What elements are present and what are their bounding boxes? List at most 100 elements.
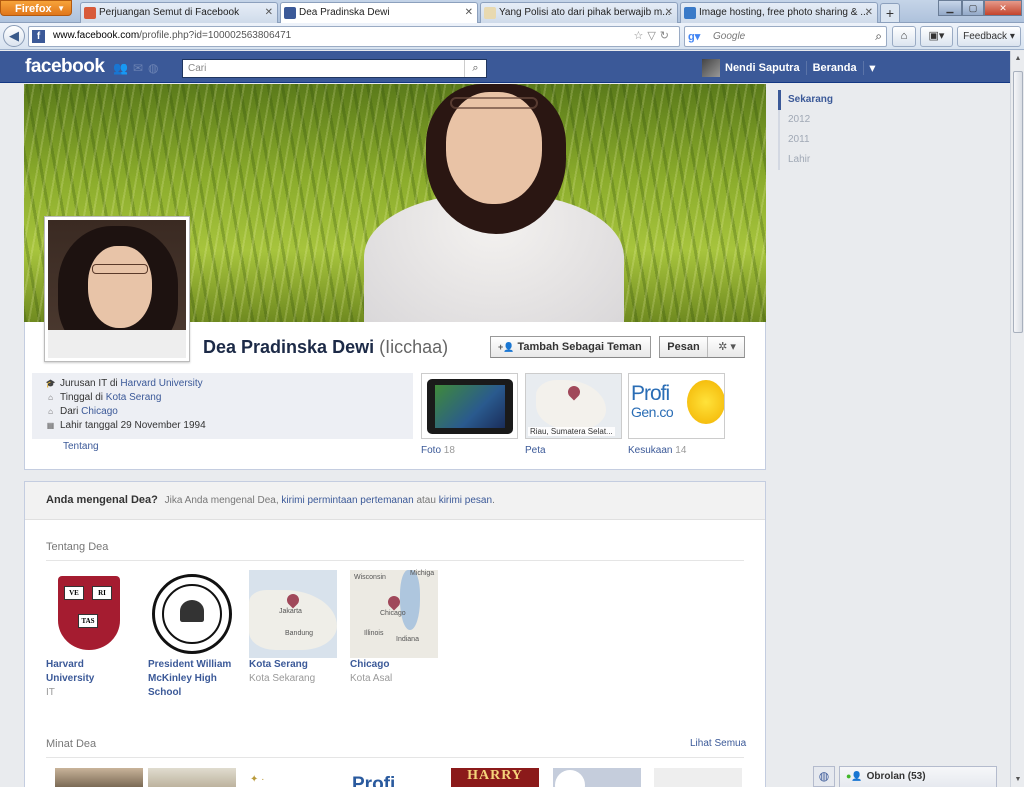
web-search-bar[interactable]: g▾ Google ⌕ bbox=[684, 26, 887, 47]
about-item-harvard[interactable]: VE RI TAS Harvard University IT bbox=[46, 570, 134, 700]
tablet-screen bbox=[435, 385, 505, 428]
know-text: atau bbox=[413, 495, 439, 506]
notification-jewels: 👥✉◍ bbox=[113, 61, 164, 75]
timeline-nav-lahir[interactable]: Lahir bbox=[780, 150, 888, 170]
tab-close-icon[interactable]: ✕ bbox=[665, 3, 673, 23]
profile-name[interactable]: Dea Pradinska Dewi bbox=[203, 337, 374, 357]
timeline-nav-2012[interactable]: 2012 bbox=[780, 110, 888, 130]
facebook-logo[interactable]: facebook bbox=[25, 56, 105, 78]
bookmarks-button[interactable]: ▣▾ bbox=[920, 26, 953, 47]
home-button[interactable]: ⌂ bbox=[892, 26, 916, 47]
interest-thumb[interactable] bbox=[55, 768, 143, 787]
know-text: . bbox=[492, 495, 495, 506]
minimize-button[interactable]: ▁ bbox=[938, 0, 962, 16]
google-engine-icon[interactable]: g▾ bbox=[688, 30, 700, 43]
feedback-button[interactable]: Feedback ▾ bbox=[957, 26, 1021, 47]
see-all-link[interactable]: Lihat Semua bbox=[690, 738, 746, 749]
page-scrollbar[interactable]: ▲ ▼ bbox=[1010, 51, 1024, 787]
current-city-link[interactable]: Kota Serang bbox=[106, 392, 162, 403]
message-button-group: Pesan ✲ ▾ bbox=[659, 336, 745, 358]
interest-thumb[interactable]: HARRY bbox=[451, 768, 539, 787]
about-item-title[interactable]: Kota Serang bbox=[249, 658, 337, 672]
about-item-mckinley[interactable]: President William McKinley High School bbox=[148, 570, 236, 700]
cover-person bbox=[364, 84, 664, 322]
new-tab-button[interactable]: + bbox=[880, 3, 900, 22]
friend-requests-icon[interactable]: 👥 bbox=[113, 61, 133, 75]
firefox-menu-button[interactable]: Firefox ▼ bbox=[0, 0, 72, 16]
interest-thumb-text: HARRY bbox=[467, 768, 523, 783]
search-icon[interactable]: ⌕ bbox=[875, 29, 882, 44]
notifications-globe-icon[interactable]: ◍ bbox=[148, 61, 163, 75]
interest-thumb[interactable] bbox=[148, 768, 236, 787]
home-link[interactable]: Beranda bbox=[813, 62, 857, 74]
tab-dea-pradinska[interactable]: Dea Pradinska Dewi ✕ bbox=[280, 2, 478, 24]
user-avatar[interactable] bbox=[702, 59, 720, 77]
add-friend-button[interactable]: +👤 Tambah Sebagai Teman bbox=[490, 336, 651, 358]
know-prompt-bar: Anda mengenal Dea? Jika Anda mengenal De… bbox=[25, 482, 765, 520]
map-label[interactable]: Peta bbox=[525, 445, 546, 456]
search-icon[interactable]: ⌕ bbox=[464, 60, 486, 77]
interest-thumb[interactable] bbox=[654, 768, 742, 787]
photos-caption[interactable]: Foto 18 bbox=[421, 445, 455, 456]
about-item-chicago[interactable]: Wisconsin Michiga Chicago Illinois India… bbox=[350, 570, 438, 686]
send-friend-request-link[interactable]: kirimi permintaan pertemanan bbox=[281, 495, 413, 506]
likes-tile[interactable]: Profi Gen.co bbox=[628, 373, 725, 439]
interest-thumb[interactable] bbox=[553, 768, 641, 787]
site-identity-icon[interactable]: f bbox=[32, 30, 45, 43]
about-item-kota-serang[interactable]: Jakarta Bandung Kota Serang Kota Sekaran… bbox=[249, 570, 337, 686]
photos-count: 18 bbox=[443, 445, 455, 456]
harvard-logo: VE RI TAS bbox=[46, 570, 134, 658]
likes-caption[interactable]: Kesukaan 14 bbox=[628, 445, 686, 456]
avatar-face bbox=[88, 246, 152, 328]
messages-icon[interactable]: ✉ bbox=[133, 61, 148, 75]
about-item-title[interactable]: Chicago bbox=[350, 658, 438, 672]
school-seal-logo bbox=[148, 570, 236, 658]
user-name-link[interactable]: Nendi Saputra bbox=[725, 62, 800, 74]
tab-perjuangan-semut[interactable]: Perjuangan Semut di Facebook ✕ bbox=[80, 2, 278, 23]
map-tile[interactable]: Riau, Sumatera Selat... bbox=[525, 373, 622, 439]
shield-book: TAS bbox=[78, 614, 98, 628]
timeline-nav-sekarang[interactable]: Sekarang bbox=[778, 90, 888, 110]
scroll-down-arrow-icon[interactable]: ▼ bbox=[1013, 776, 1023, 783]
map-label: Jakarta bbox=[279, 608, 302, 615]
about-link[interactable]: Tentang bbox=[63, 441, 99, 452]
shield-book: RI bbox=[92, 586, 112, 600]
close-window-button[interactable]: ✕ bbox=[984, 0, 1022, 16]
tab-title: Image hosting, free photo sharing & ... bbox=[699, 7, 869, 18]
gear-icon[interactable]: ✲ ▾ bbox=[710, 337, 744, 357]
shield-book: VE bbox=[64, 586, 84, 600]
about-item-title[interactable]: President William McKinley High School bbox=[148, 658, 236, 700]
tab-close-icon[interactable]: ✕ bbox=[865, 3, 873, 23]
browser-nav-bar: ◀ f www.facebook.com/profile.php?id=1000… bbox=[0, 23, 1024, 50]
cover-glasses bbox=[450, 97, 538, 109]
about-item-title[interactable]: Harvard University bbox=[46, 658, 134, 686]
message-button[interactable]: Pesan bbox=[660, 337, 708, 357]
scroll-up-arrow-icon[interactable]: ▲ bbox=[1013, 55, 1023, 62]
account-menu-chevron-icon[interactable]: ▾ bbox=[870, 63, 876, 75]
tab-yang-polisi[interactable]: Yang Polisi ato dari pihak berwajib m...… bbox=[480, 2, 678, 23]
back-button[interactable]: ◀ bbox=[3, 25, 25, 47]
tab-close-icon[interactable]: ✕ bbox=[265, 3, 273, 23]
send-message-link[interactable]: kirimi pesan bbox=[439, 495, 492, 506]
interest-thumb[interactable]: ✦ · bbox=[248, 768, 336, 787]
tab-title: Dea Pradinska Dewi bbox=[299, 7, 390, 18]
chat-globe-icon[interactable]: ◍ bbox=[813, 766, 835, 787]
facebook-search-input[interactable]: Cari ⌕ bbox=[182, 59, 487, 78]
tab-image-hosting[interactable]: Image hosting, free photo sharing & ... … bbox=[680, 2, 878, 23]
profile-picture[interactable] bbox=[44, 216, 190, 362]
maximize-button[interactable]: ▢ bbox=[962, 0, 984, 16]
hometown-link[interactable]: Chicago bbox=[81, 406, 118, 417]
scrollbar-thumb[interactable] bbox=[1013, 71, 1023, 333]
interest-thumb[interactable]: Profi bbox=[350, 768, 438, 787]
history-dropdown-icon[interactable]: ▽ bbox=[647, 30, 659, 42]
chat-sidebar-tab[interactable]: ●👤 Obrolan (53) bbox=[839, 766, 997, 787]
about-item-subtitle: IT bbox=[46, 687, 55, 698]
know-question: Anda mengenal Dea? bbox=[46, 494, 158, 506]
bookmark-star-icon[interactable]: ☆ bbox=[633, 30, 647, 42]
url-bar[interactable]: f www.facebook.com/profile.php?id=100002… bbox=[28, 26, 680, 47]
photos-tile[interactable] bbox=[421, 373, 518, 439]
reload-icon[interactable]: ↻ bbox=[660, 30, 673, 42]
timeline-nav-2011[interactable]: 2011 bbox=[780, 130, 888, 150]
tab-close-icon[interactable]: ✕ bbox=[465, 3, 473, 23]
education-link[interactable]: Harvard University bbox=[120, 378, 202, 389]
